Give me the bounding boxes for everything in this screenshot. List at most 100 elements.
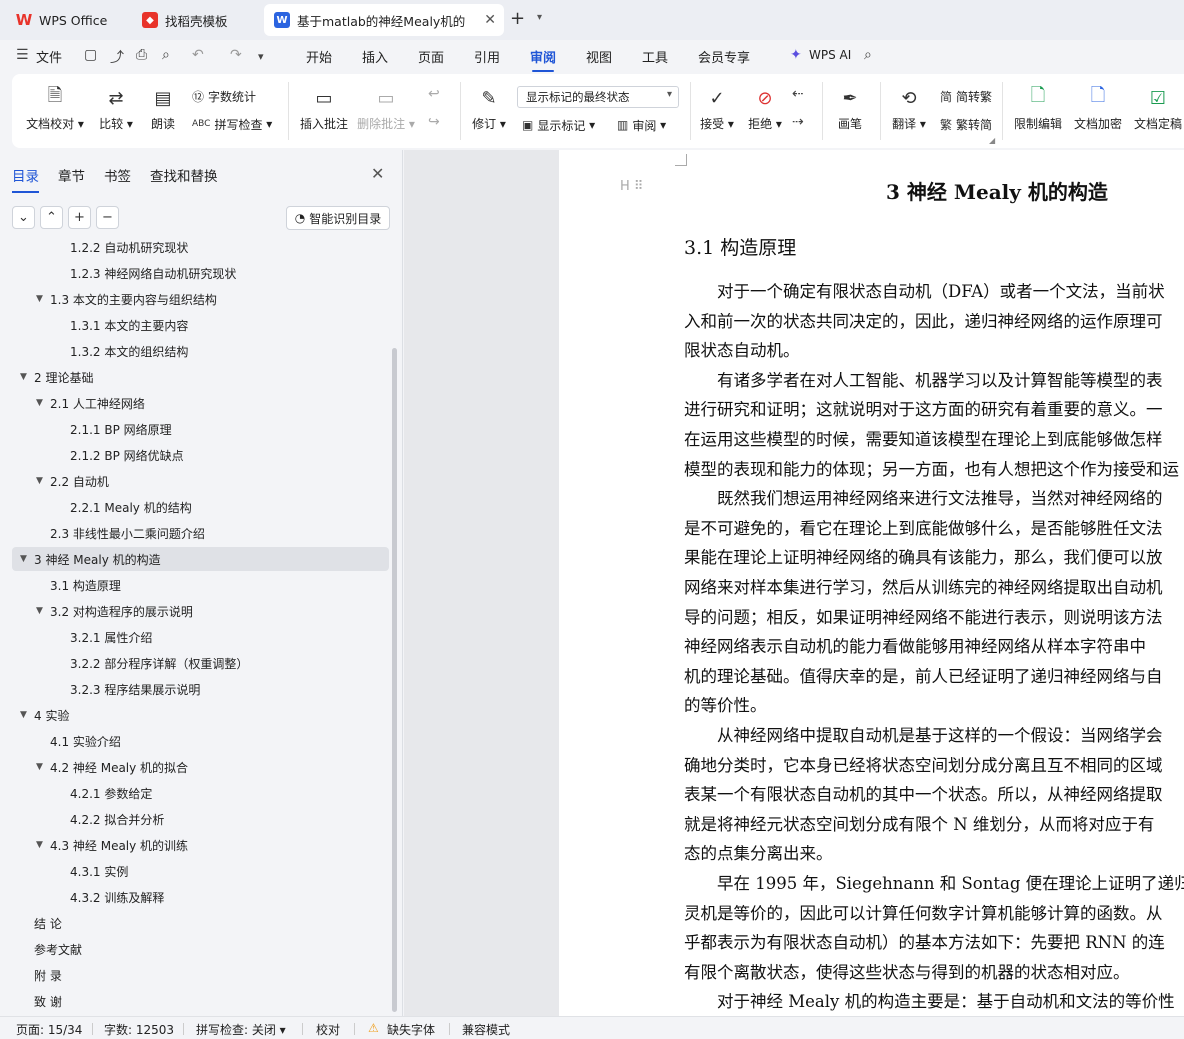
new-tab-plus-icon[interactable]: + — [510, 8, 525, 29]
tab-bookmarks[interactable]: 书签 — [104, 165, 131, 185]
previous-change-icon[interactable]: ⇠ — [792, 86, 804, 102]
expand-triangle-icon[interactable]: ▼ — [36, 606, 50, 616]
toc-item[interactable]: 2.1.1 BP 网络原理 — [12, 417, 389, 441]
to-simplified-button[interactable]: 繁 繁转简 — [940, 113, 992, 135]
toc-item[interactable]: ▼ 4.3 神经 Mealy 机的训练 — [12, 833, 389, 857]
share-icon[interactable]: ⤴ — [110, 47, 124, 67]
close-icon[interactable]: ✕ — [484, 12, 496, 28]
missing-font-status[interactable]: 缺失字体 — [387, 1021, 435, 1038]
menu-page[interactable]: 页面 — [418, 47, 444, 66]
toc-item[interactable]: 4.3.2 训练及解释 — [12, 885, 389, 909]
menu-wps-ai[interactable]: WPS AI — [809, 48, 851, 62]
close-icon[interactable]: ✕ — [371, 164, 384, 183]
menu-reference[interactable]: 引用 — [474, 47, 500, 66]
toc-item[interactable]: ▼ 3 神经 Mealy 机的构造 — [12, 547, 389, 571]
reject-button[interactable]: ⊘ 拒绝 ▾ — [746, 74, 784, 148]
toc-item[interactable]: ▼ 2 理论基础 — [12, 365, 389, 389]
toc-item[interactable]: 1.3.2 本文的组织结构 — [12, 339, 389, 363]
document-page[interactable]: H ⠿ 3 神经 Mealy 机的构造 3.1 构造原理 对于一个确定有限状态自… — [559, 150, 1184, 1016]
print-preview-icon[interactable]: ⌕ — [162, 47, 170, 63]
to-traditional-button[interactable]: 简 简转繁 — [940, 85, 992, 107]
chevron-down-icon[interactable]: ▾ — [258, 50, 264, 63]
expand-triangle-icon[interactable]: ▼ — [36, 398, 50, 408]
save-icon[interactable]: ▢ — [84, 47, 97, 63]
tab-docer[interactable]: ◆ 找稻壳模板 — [132, 4, 260, 36]
page-indicator[interactable]: 页面: 15/34 — [16, 1021, 82, 1038]
menu-review[interactable]: 审阅 — [530, 47, 556, 72]
remove-heading-button[interactable]: − — [96, 206, 119, 229]
menu-tools[interactable]: 工具 — [642, 47, 668, 66]
compare-button[interactable]: ⇄ 比较 ▾ — [96, 74, 136, 148]
toc-item[interactable]: 3.2.1 属性介绍 — [12, 625, 389, 649]
expand-triangle-icon[interactable]: ▼ — [36, 476, 50, 486]
ink-button[interactable]: ✒ 画笔 — [835, 74, 865, 148]
heading-drag-handle-icon[interactable]: H ⠿ — [620, 179, 643, 194]
toc-item[interactable]: 4.2.2 拟合并分析 — [12, 807, 389, 831]
read-aloud-button[interactable]: ▤ 朗读 — [148, 74, 178, 148]
toc-item[interactable]: ▼ 2.2 自动机 — [12, 469, 389, 493]
previous-comment-icon[interactable]: ↩ — [428, 86, 440, 102]
print-icon[interactable]: ⎙ — [136, 47, 147, 63]
toc-item[interactable]: 2.2.1 Mealy 机的结构 — [12, 495, 389, 519]
spell-check-status[interactable]: 拼写检查: 关闭 ▾ — [196, 1021, 286, 1038]
toc-scrollbar[interactable] — [392, 348, 397, 1012]
restrict-edit-button[interactable]: 🗋 限制编辑 — [1012, 74, 1064, 148]
toc-item[interactable]: 2.1.2 BP 网络优缺点 — [12, 443, 389, 467]
collapse-all-button[interactable]: ⌄ — [12, 206, 35, 229]
toc-item[interactable]: 1.2.3 神经网络自动机研究现状 — [12, 261, 389, 285]
expand-triangle-icon[interactable]: ▼ — [36, 294, 50, 304]
insert-comment-button[interactable]: ▭ 插入批注 — [299, 74, 349, 148]
encrypt-button[interactable]: 🗋 文档加密 — [1072, 74, 1124, 148]
menu-view[interactable]: 视图 — [586, 47, 612, 66]
toc-item[interactable]: ▼ 1.3 本文的主要内容与组织结构 — [12, 287, 389, 311]
expand-triangle-icon[interactable]: ▼ — [36, 840, 50, 850]
add-heading-button[interactable]: + — [68, 206, 91, 229]
markup-state-select[interactable]: 显示标记的最终状态 ▾ — [517, 86, 679, 108]
menu-start[interactable]: 开始 — [306, 47, 332, 66]
tab-toc[interactable]: 目录 — [12, 165, 39, 193]
spell-check-button[interactable]: ABC 拼写检查 ▾ — [192, 113, 272, 135]
expand-triangle-icon[interactable]: ▼ — [36, 762, 50, 772]
menu-insert[interactable]: 插入 — [362, 47, 388, 66]
translate-button[interactable]: ⟲ 翻译 ▾ — [890, 74, 928, 148]
show-markup-button[interactable]: ▣ 显示标记 ▾ — [522, 114, 595, 136]
toc-item[interactable]: 1.2.2 自动机研究现状 — [12, 238, 389, 259]
smart-toc-button[interactable]: ◔ 智能识别目录 — [286, 206, 390, 230]
expand-up-button[interactable]: ⌃ — [40, 206, 63, 229]
search-icon[interactable]: ⌕ — [864, 47, 872, 63]
toc-item[interactable]: 4.1 实验介绍 — [12, 729, 389, 753]
toc-item[interactable]: 结 论 — [12, 911, 389, 935]
toc-item[interactable]: 3.2.2 部分程序详解（权重调整） — [12, 651, 389, 675]
menu-file[interactable]: 文件 — [36, 47, 62, 66]
tab-document[interactable]: W 基于matlab的神经Mealy机的 ✕ — [264, 4, 504, 36]
menu-member[interactable]: 会员专享 — [698, 47, 750, 66]
proof-status[interactable]: 校对 — [316, 1021, 340, 1038]
toc-item[interactable]: 4.3.1 实例 — [12, 859, 389, 883]
toc-item[interactable]: 2.3 非线性最小二乘问题介绍 — [12, 521, 389, 545]
toc-item[interactable]: 附 录 — [12, 963, 389, 987]
toc-item[interactable]: ▼ 2.1 人工神经网络 — [12, 391, 389, 415]
delete-comment-button[interactable]: ▭ 删除批注 ▾ — [357, 74, 415, 148]
tab-chapters[interactable]: 章节 — [58, 165, 85, 185]
toc-item[interactable]: 3.2.3 程序结果展示说明 — [12, 677, 389, 701]
revise-button[interactable]: ✎ 修订 ▾ — [469, 74, 509, 148]
toc-item[interactable]: ▼ 4 实验 — [12, 703, 389, 727]
toc-item[interactable]: 参考文献 — [12, 937, 389, 961]
tab-wps-office[interactable]: W WPS Office — [6, 4, 124, 36]
toc-item[interactable]: ▼ 3.2 对构造程序的展示说明 — [12, 599, 389, 623]
toc-item[interactable]: 1.3.1 本文的主要内容 — [12, 313, 389, 337]
accept-button[interactable]: ✓ 接受 ▾ — [698, 74, 736, 148]
word-count-status[interactable]: 字数: 12503 — [104, 1021, 174, 1038]
hamburger-icon[interactable]: ☰ — [16, 47, 29, 63]
doc-check-button[interactable]: 🗎 文档校对 ▾ — [26, 74, 84, 148]
next-comment-icon[interactable]: ↪ — [428, 114, 440, 130]
review-pane-button[interactable]: ▥ 审阅 ▾ — [617, 114, 666, 136]
finalize-button[interactable]: ☑ 文档定稿 — [1132, 74, 1184, 148]
expand-triangle-icon[interactable]: ▼ — [20, 710, 34, 720]
tab-find-replace[interactable]: 查找和替换 — [150, 165, 218, 185]
redo-icon[interactable]: ↷ — [230, 47, 242, 63]
toc-item[interactable]: 4.2.1 参数给定 — [12, 781, 389, 805]
undo-icon[interactable]: ↶ — [192, 47, 204, 63]
toc-item[interactable]: 3.1 构造原理 — [12, 573, 389, 597]
expand-icon[interactable]: ◢ — [989, 136, 995, 145]
